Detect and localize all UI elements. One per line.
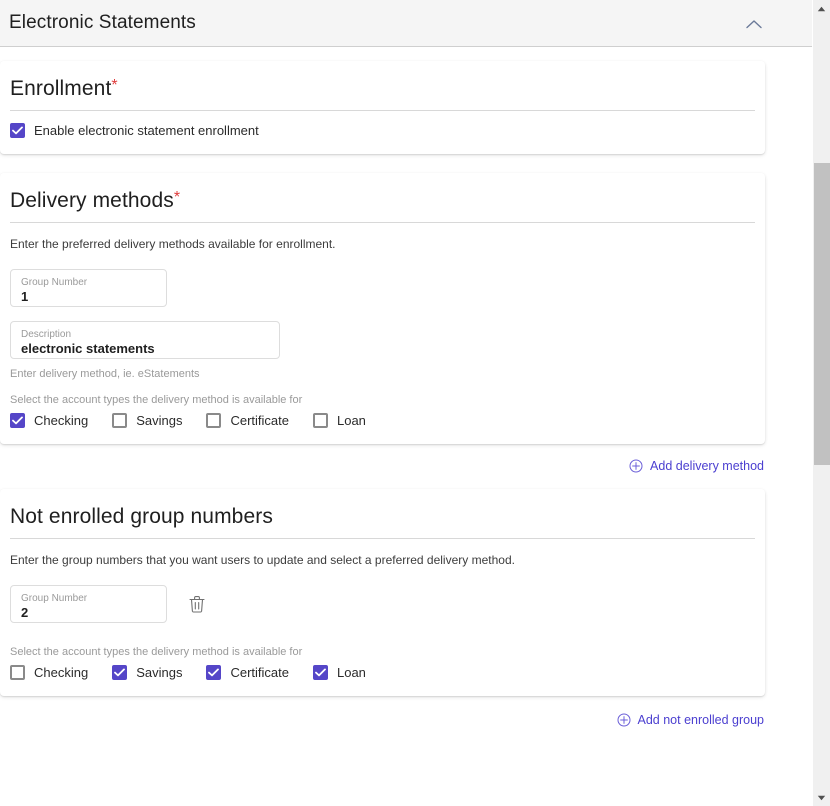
checkbox-checked-icon bbox=[10, 413, 25, 428]
delivery-group-number-label: Group Number bbox=[21, 277, 88, 288]
add-delivery-method-row: Add delivery method bbox=[0, 444, 765, 473]
page-title: Electronic Statements bbox=[9, 12, 196, 33]
not-enrolled-account-type-certificate[interactable]: Certificate bbox=[206, 665, 289, 680]
checkbox-label: Certificate bbox=[230, 413, 289, 428]
vertical-scrollbar[interactable] bbox=[812, 0, 830, 806]
add-not-enrolled-group-link[interactable]: Add not enrolled group bbox=[617, 713, 765, 727]
checkbox-unchecked-icon bbox=[312, 413, 328, 428]
delivery-methods-description: Enter the preferred delivery methods ava… bbox=[10, 237, 336, 251]
scrollbar-down-button[interactable] bbox=[813, 789, 830, 806]
delivery-description-label: Description bbox=[21, 329, 72, 340]
checkbox-checked-icon bbox=[112, 665, 128, 680]
delivery-methods-title-text: Delivery methods bbox=[10, 189, 174, 212]
scroll-up-arrow-icon bbox=[817, 6, 826, 12]
checkbox-label: Certificate bbox=[230, 665, 289, 680]
delivery-account-type-checking[interactable]: Checking bbox=[10, 413, 88, 428]
delivery-description-field[interactable]: Description electronic statements bbox=[10, 321, 280, 359]
delivery-methods-section-title: Delivery methods* bbox=[10, 173, 755, 223]
not-enrolled-group-numbers-card: Not enrolled group numbers Enter the gro… bbox=[0, 489, 765, 696]
electronic-statements-panel-header[interactable]: Electronic Statements bbox=[0, 0, 812, 47]
checkbox-unchecked-icon bbox=[112, 413, 128, 428]
not-enrolled-account-type-checking[interactable]: Checking bbox=[10, 665, 88, 680]
not-enrolled-group-number-label: Group Number bbox=[21, 593, 88, 604]
enrollment-card: Enrollment* Enable electronic statement … bbox=[0, 61, 765, 154]
required-marker: * bbox=[111, 77, 118, 94]
checkbox-label: Loan bbox=[336, 665, 366, 680]
delivery-account-types-helper: Select the account types the delivery me… bbox=[10, 394, 303, 406]
add-delivery-method-label: Add delivery method bbox=[650, 459, 764, 473]
add-not-enrolled-group-label: Add not enrolled group bbox=[637, 713, 764, 727]
checkbox-checked-icon bbox=[206, 665, 222, 680]
checkbox-unchecked-icon bbox=[10, 665, 25, 680]
delivery-group-number-field[interactable]: Group Number 1 bbox=[10, 269, 167, 307]
not-enrolled-account-types-row: Checking Savings Certificate Loan bbox=[10, 665, 755, 680]
not-enrolled-description: Enter the group numbers that you want us… bbox=[10, 553, 515, 567]
page-scroll-viewport: Electronic Statements Enrollment* Enable… bbox=[0, 0, 812, 806]
scrollbar-thumb[interactable] bbox=[814, 163, 830, 465]
chevron-up-icon bbox=[746, 19, 762, 29]
delivery-group-number-value[interactable]: 1 bbox=[21, 289, 156, 304]
plus-circle-icon bbox=[629, 459, 643, 473]
delivery-description-value[interactable]: electronic statements bbox=[21, 341, 269, 356]
delete-not-enrolled-group-button[interactable] bbox=[186, 593, 208, 615]
delivery-account-types-row: Checking Savings Certificate Loan bbox=[10, 413, 755, 428]
not-enrolled-title-text: Not enrolled group numbers bbox=[10, 505, 273, 528]
checkbox-label: Loan bbox=[336, 413, 366, 428]
not-enrolled-account-type-savings[interactable]: Savings bbox=[112, 665, 182, 680]
delivery-account-type-certificate[interactable]: Certificate bbox=[206, 413, 289, 428]
enable-electronic-statement-enrollment-checkbox[interactable]: Enable electronic statement enrollment bbox=[10, 123, 259, 138]
not-enrolled-account-type-loan[interactable]: Loan bbox=[312, 665, 366, 680]
add-delivery-method-link[interactable]: Add delivery method bbox=[629, 459, 765, 473]
plus-circle-icon bbox=[617, 713, 631, 727]
trash-icon bbox=[189, 595, 205, 613]
checkbox-label: Checking bbox=[34, 665, 89, 680]
not-enrolled-account-types-helper: Select the account types the delivery me… bbox=[10, 646, 303, 658]
scroll-down-arrow-icon bbox=[817, 795, 826, 801]
not-enrolled-section-title: Not enrolled group numbers bbox=[10, 489, 755, 539]
add-not-enrolled-group-row: Add not enrolled group bbox=[0, 696, 765, 727]
not-enrolled-group-number-field[interactable]: Group Number 2 bbox=[10, 585, 167, 623]
checkbox-label: Savings bbox=[136, 665, 183, 680]
checkbox-checked-icon bbox=[10, 123, 25, 138]
scrollbar-up-button[interactable] bbox=[813, 0, 830, 17]
checkbox-label: Savings bbox=[136, 413, 183, 428]
delivery-methods-card: Delivery methods* Enter the preferred de… bbox=[0, 173, 765, 444]
checkbox-checked-icon bbox=[312, 665, 328, 680]
checkbox-label: Checking bbox=[34, 413, 89, 428]
enrollment-checkbox-row: Enable electronic statement enrollment bbox=[10, 123, 755, 138]
required-marker: * bbox=[173, 189, 181, 206]
delivery-account-type-savings[interactable]: Savings bbox=[112, 413, 182, 428]
collapse-panel-button[interactable] bbox=[742, 12, 766, 36]
enrollment-section-title: Enrollment* bbox=[10, 61, 755, 111]
not-enrolled-group-number-value[interactable]: 2 bbox=[21, 605, 156, 620]
delivery-account-type-loan[interactable]: Loan bbox=[312, 413, 366, 428]
enrollment-title-text: Enrollment bbox=[10, 77, 112, 100]
enrollment-checkbox-label: Enable electronic statement enrollment bbox=[34, 123, 259, 138]
checkbox-unchecked-icon bbox=[206, 413, 222, 428]
delivery-description-helper: Enter delivery method, ie. eStatements bbox=[10, 368, 200, 380]
not-enrolled-group-row: Group Number 2 bbox=[10, 567, 755, 623]
